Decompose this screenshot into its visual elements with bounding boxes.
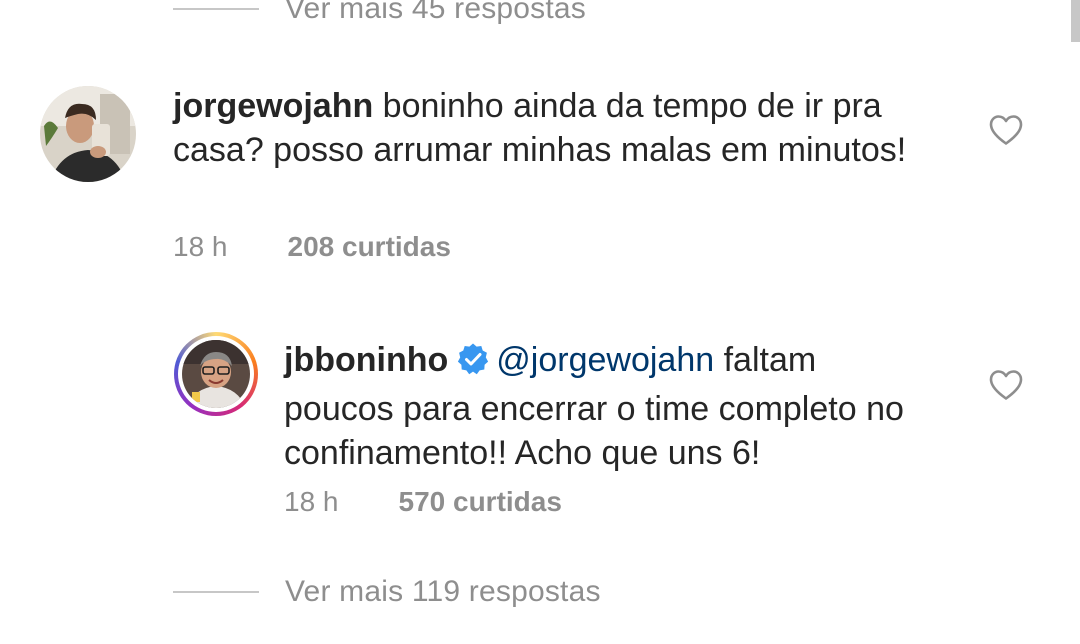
- replies-divider-line: [173, 591, 259, 593]
- avatar-photo: [182, 340, 250, 408]
- reply-time: 18 h: [284, 486, 339, 517]
- reply-meta: 18 h 570 curtidas: [284, 486, 562, 518]
- heart-outline-icon[interactable]: [988, 114, 1024, 146]
- view-more-replies-top[interactable]: Ver mais 45 respostas: [173, 0, 586, 26]
- view-more-replies-label: Ver mais 119 respostas: [285, 575, 601, 608]
- reply-likes[interactable]: 570 curtidas: [399, 486, 562, 518]
- comment-body: jorgewojahn boninho ainda da tempo de ir…: [173, 84, 933, 172]
- reply-mention[interactable]: @jorgewojahn: [496, 341, 714, 379]
- comment-meta: 18 h 208 curtidas: [173, 231, 451, 263]
- reply-username[interactable]: jbboninho: [284, 341, 448, 379]
- verified-badge-icon: [456, 342, 490, 387]
- avatar-photo: [40, 86, 136, 182]
- view-more-replies-label: Ver mais 45 respostas: [285, 0, 587, 25]
- view-more-replies-bottom[interactable]: Ver mais 119 respostas: [173, 575, 601, 609]
- comment-username[interactable]: jorgewojahn: [173, 87, 373, 125]
- replies-divider-line: [173, 8, 259, 10]
- comments-screen: Ver mais 45 respostas jorgewojahn boninh…: [0, 0, 1080, 644]
- avatar-jbboninho[interactable]: [174, 332, 258, 416]
- heart-outline-icon[interactable]: [988, 369, 1024, 401]
- avatar-jorgewojahn[interactable]: [40, 86, 136, 182]
- reply-body: jbboninho @jorgewojahn faltam poucos para…: [284, 338, 924, 475]
- comment-time: 18 h: [173, 231, 228, 262]
- comment-likes[interactable]: 208 curtidas: [288, 231, 451, 263]
- scrollbar[interactable]: [1071, 0, 1080, 42]
